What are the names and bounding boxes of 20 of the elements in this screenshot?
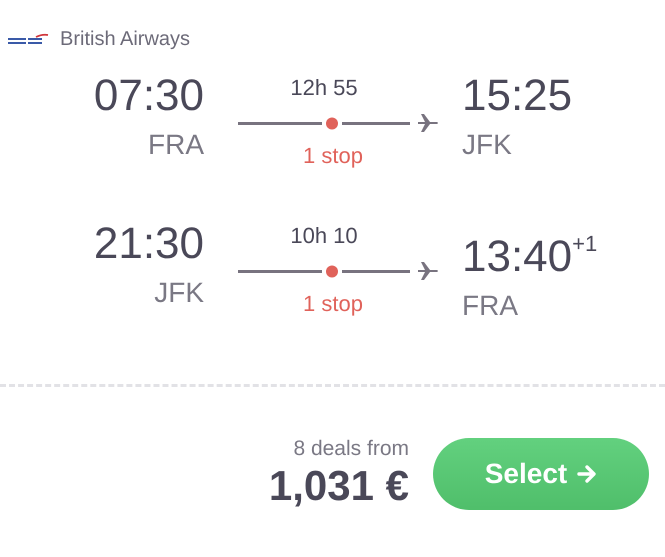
arrival-airport: JFK: [462, 129, 512, 161]
stops-label: 1 stop: [302, 291, 364, 317]
airline-name: British Airways: [60, 28, 190, 51]
arrival-time: 13:40$^{+1}$: [462, 230, 598, 282]
departure-airport: FRA: [148, 129, 204, 161]
flight-duration: 10h 10: [289, 223, 359, 249]
price: 1,031 €: [268, 461, 409, 511]
airplane-icon: [416, 259, 440, 283]
airplane-icon: [416, 111, 440, 135]
airline-logo-icon: [6, 32, 50, 46]
departure-time: 07:30: [94, 71, 204, 121]
arrival-time: 15:25: [462, 71, 572, 121]
departure-airport: JFK: [154, 277, 204, 309]
arrow-right-icon: [577, 464, 598, 484]
deals-count: 8 deals from: [293, 437, 409, 461]
flight-duration: 12h 55: [289, 75, 359, 101]
select-button[interactable]: Select: [433, 438, 649, 510]
arrival-airport: FRA: [462, 290, 518, 322]
stops-label: 1 stop: [302, 143, 364, 169]
departure-time: 21:30: [94, 219, 204, 269]
